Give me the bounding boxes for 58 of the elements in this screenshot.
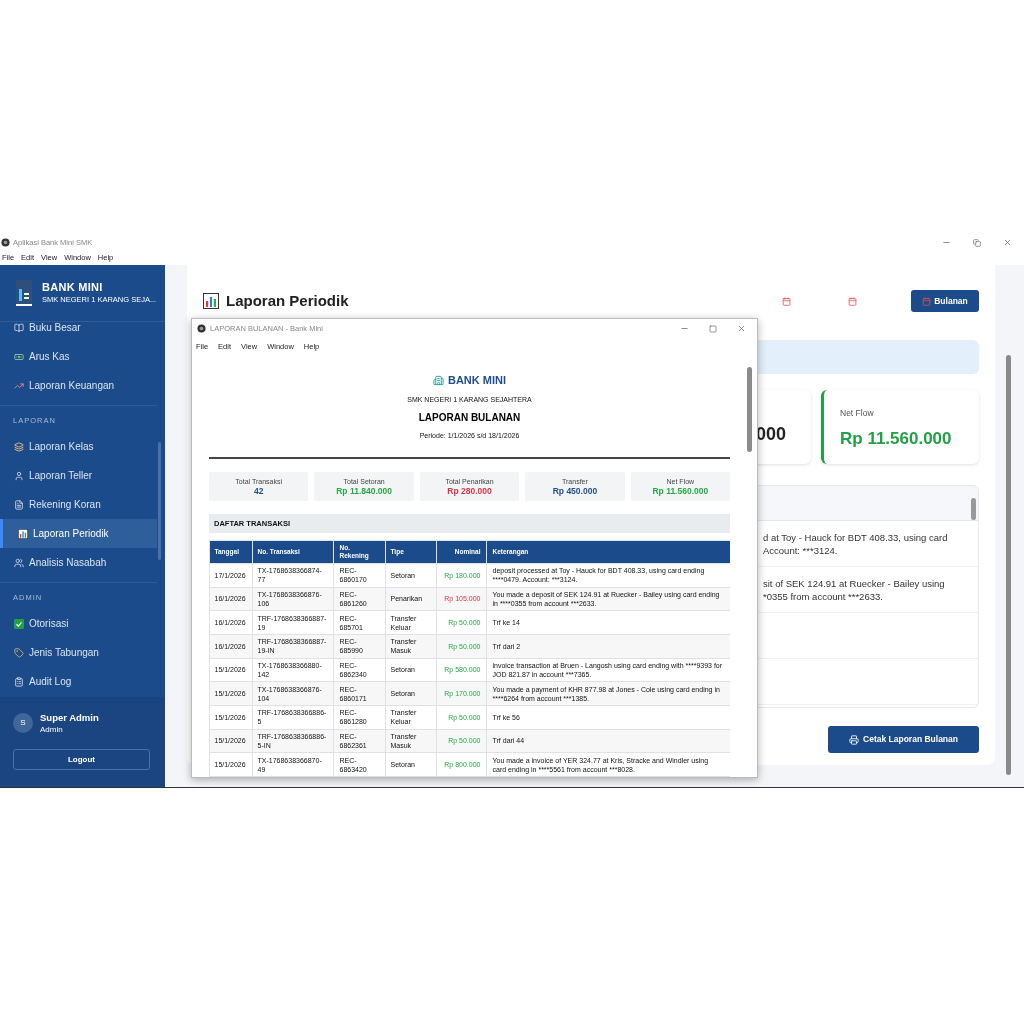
sidebar-item[interactable]: Audit Log xyxy=(0,667,157,696)
app-icon xyxy=(1,238,10,247)
maximize-icon[interactable] xyxy=(709,324,717,333)
sidebar-item[interactable]: Buku Besar xyxy=(0,322,157,342)
avatar: S xyxy=(13,713,33,733)
layers-icon xyxy=(14,441,24,452)
brand-name: BANK MINI xyxy=(42,281,104,294)
summary-value: Rp 11.840.000 xyxy=(336,485,392,497)
sidebar-item[interactable]: Arus Kas xyxy=(0,342,157,371)
stat-value: Rp 11.560.000 xyxy=(840,427,953,450)
summary-value: 42 xyxy=(253,485,264,497)
scrollbar[interactable] xyxy=(1006,355,1011,775)
people-icon xyxy=(14,557,24,568)
calendar-icon xyxy=(847,296,857,306)
user-name: Super Admin xyxy=(40,711,99,724)
user-role: Admin xyxy=(40,724,64,735)
printer-icon xyxy=(849,734,860,745)
sidebar-item[interactable]: Laporan Kelas xyxy=(0,432,157,461)
bar-chart-icon xyxy=(203,293,219,309)
sidebar-item[interactable]: Otorisasi xyxy=(0,609,157,638)
trend-chart-icon xyxy=(14,380,24,391)
calendar-icon xyxy=(781,296,791,306)
app-icon xyxy=(197,324,206,333)
print-button[interactable]: Cetak Laporan Bulanan xyxy=(828,726,979,753)
scrollbar[interactable] xyxy=(971,498,976,520)
restore-icon[interactable] xyxy=(973,238,981,247)
close-icon[interactable] xyxy=(737,324,746,333)
sidebar-item[interactable]: Laporan Keuangan xyxy=(0,371,157,400)
person-icon xyxy=(14,470,24,481)
sidebar-item[interactable]: Jenis Tabungan xyxy=(0,638,157,667)
stat-label: Net Flow xyxy=(840,407,875,420)
sidebar-item[interactable]: Analisis Nasabah xyxy=(0,548,157,577)
calendar-icon xyxy=(922,296,932,306)
report-brand: BANK MINI xyxy=(447,372,507,388)
close-icon[interactable] xyxy=(1003,238,1012,247)
bar-chart-icon xyxy=(18,528,28,539)
page-title: Laporan Periodik xyxy=(226,290,349,311)
sidebar-item[interactable]: Laporan Teller xyxy=(0,461,157,490)
book-icon xyxy=(14,322,24,333)
sidebar-item[interactable]: Laporan Periodik xyxy=(0,519,157,548)
document-icon xyxy=(14,499,24,510)
sidebar-item[interactable]: Rekening Koran xyxy=(0,490,157,519)
summary-value: Rp 11.560.000 xyxy=(652,485,709,497)
table-cell: sit of SEK 124.91 at Ruecker - Bailey using *0355 from account ***2633. xyxy=(763,576,945,603)
building-icon xyxy=(432,374,444,386)
period-button[interactable]: Bulanan xyxy=(911,290,979,312)
tag-icon xyxy=(14,647,24,658)
logo-icon xyxy=(16,280,32,306)
report-heading: LAPORAN BULANAN xyxy=(418,411,521,424)
summary-value: Rp 280.000 xyxy=(447,485,492,497)
scrollbar[interactable] xyxy=(747,367,752,452)
logout-button[interactable]: Logout xyxy=(13,749,150,770)
table-cell: d at Toy - Hauck for BDT 408.33, using card Account: ***3124. xyxy=(763,530,948,557)
scrollbar[interactable] xyxy=(158,442,161,560)
banknote-icon xyxy=(14,351,24,362)
check-icon xyxy=(14,618,24,629)
summary-value: Rp 450.000 xyxy=(552,485,598,497)
clipboard-icon xyxy=(14,676,24,687)
